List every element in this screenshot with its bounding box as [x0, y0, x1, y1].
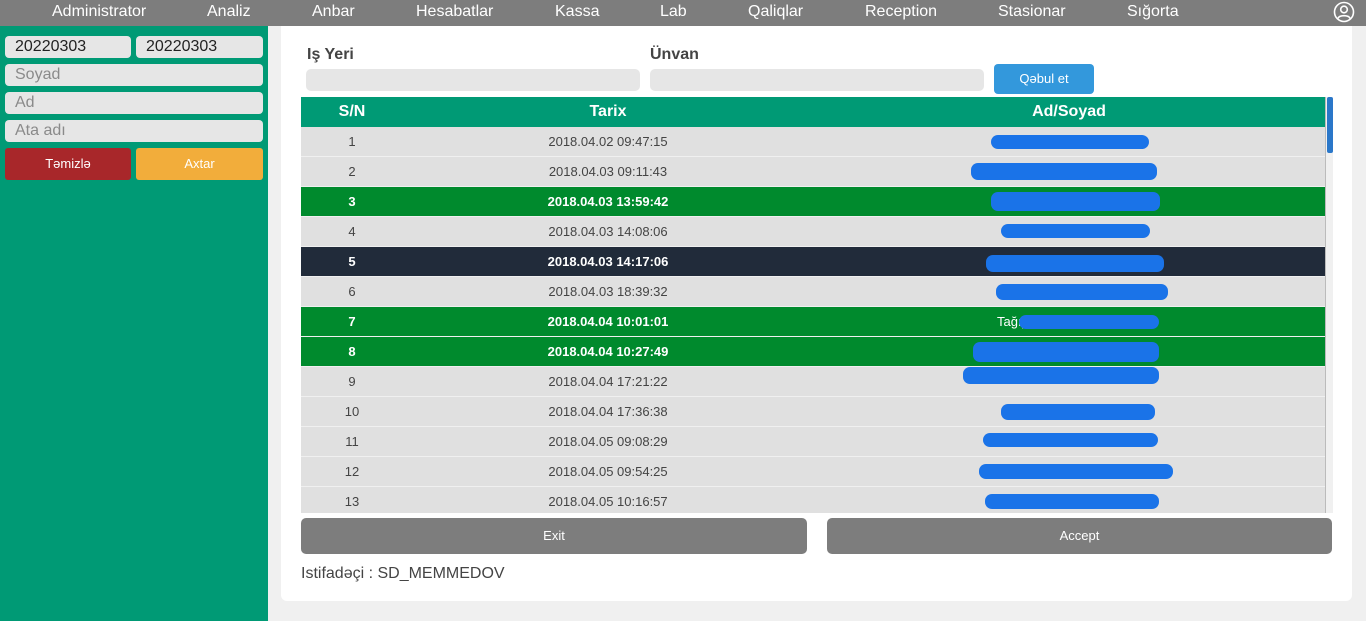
cell-sn: 3 [348, 194, 356, 209]
redaction-mark [1001, 404, 1155, 420]
patronymic-input[interactable] [5, 120, 263, 142]
main-panel: Iş Yeri Ünvan Qəbul et S/N Tarix Ad/Soya… [281, 26, 1352, 601]
cell-date: 2018.04.05 09:54:25 [548, 464, 668, 479]
nav-item-reception[interactable]: Reception [865, 2, 937, 24]
table-row[interactable]: 9 2018.04.04 17:21:22 [301, 367, 1325, 397]
name-input[interactable] [5, 92, 263, 114]
cell-sn: 10 [344, 404, 360, 419]
redaction-mark [983, 433, 1158, 447]
surname-input[interactable] [5, 64, 263, 86]
table-row[interactable]: 1 2018.04.02 09:47:15 [301, 127, 1325, 157]
table-row[interactable]: 4 2018.04.03 14:08:06 [301, 217, 1325, 247]
cell-date: 2018.04.04 10:01:01 [547, 314, 669, 329]
table-row[interactable]: 11 2018.04.05 09:08:29 [301, 427, 1325, 457]
address-label: Ünvan [650, 46, 699, 63]
redaction-mark [963, 367, 1159, 384]
cell-date: 2018.04.03 14:17:06 [547, 254, 669, 269]
cell-sn: 7 [348, 314, 356, 329]
exit-button[interactable]: Exit [301, 518, 807, 554]
redaction-mark [979, 464, 1173, 479]
table-row[interactable]: 13 2018.04.05 10:16:57 [301, 487, 1325, 513]
current-user-label: Istifadəçi : SD_MEMMEDOV [301, 565, 505, 582]
top-nav-bar: Administrator Analiz Anbar Hesabatlar Ka… [0, 0, 1366, 26]
table-row[interactable]: 7 2018.04.04 10:01:01 Tağıyeva [301, 307, 1325, 337]
date-to-input[interactable] [136, 36, 263, 58]
cell-sn: 1 [348, 134, 356, 149]
nav-item-sigorta[interactable]: Sığorta [1127, 2, 1179, 24]
nav-item-analiz[interactable]: Analiz [207, 2, 251, 24]
cell-sn: 13 [344, 494, 360, 509]
table-header: S/N Tarix Ad/Soyad [301, 97, 1325, 127]
nav-item-anbar[interactable]: Anbar [312, 2, 355, 24]
scroll-thumb[interactable] [1327, 97, 1333, 153]
search-sidebar: Təmizlə Axtar [0, 26, 268, 621]
cell-sn: 9 [348, 374, 356, 389]
redaction-mark [1001, 224, 1150, 238]
redaction-mark [991, 192, 1160, 211]
redaction-mark [996, 284, 1168, 300]
redaction-mark [986, 255, 1164, 272]
nav-item-qaliqlar[interactable]: Qaliqlar [748, 2, 803, 24]
nav-item-hesabatlar[interactable]: Hesabatlar [416, 2, 493, 24]
nav-item-stasionar[interactable]: Stasionar [998, 2, 1066, 24]
cell-date: 2018.04.04 17:36:38 [548, 404, 668, 419]
cell-date: 2018.04.02 09:47:15 [548, 134, 668, 149]
nav-item-kassa[interactable]: Kassa [555, 2, 599, 24]
table-row[interactable]: 8 2018.04.04 10:27:49 [301, 337, 1325, 367]
accept-filter-button[interactable]: Qəbul et [994, 64, 1094, 94]
nav-item-lab[interactable]: Lab [660, 2, 687, 24]
accept-button[interactable]: Accept [827, 518, 1332, 554]
redaction-mark [971, 163, 1157, 180]
cell-sn: 8 [348, 344, 356, 359]
cell-sn: 5 [348, 254, 356, 269]
nav-item-administrator[interactable]: Administrator [52, 2, 146, 24]
search-button[interactable]: Axtar [136, 148, 263, 180]
workplace-input[interactable] [306, 69, 640, 91]
cell-date: 2018.04.05 09:08:29 [548, 434, 668, 449]
cell-date: 2018.04.03 13:59:42 [547, 194, 669, 209]
redaction-mark [973, 342, 1159, 362]
user-circle-icon[interactable] [1333, 1, 1355, 23]
patients-table: S/N Tarix Ad/Soyad 1 2018.04.02 09:47:15… [301, 97, 1333, 513]
column-header-sn[interactable]: S/N [301, 97, 403, 127]
workplace-label: Iş Yeri [307, 46, 354, 63]
cell-date: 2018.04.04 10:27:49 [547, 344, 669, 359]
table-row-selected[interactable]: 5 2018.04.03 14:17:06 [301, 247, 1325, 277]
cell-date: 2018.04.03 14:08:06 [548, 224, 668, 239]
cell-date: 2018.04.03 18:39:32 [548, 284, 668, 299]
address-input[interactable] [650, 69, 984, 91]
clear-button[interactable]: Təmizlə [5, 148, 131, 180]
table-row[interactable]: 3 2018.04.03 13:59:42 [301, 187, 1325, 217]
table-row[interactable]: 12 2018.04.05 09:54:25 [301, 457, 1325, 487]
table-row[interactable]: 6 2018.04.03 18:39:32 [301, 277, 1325, 307]
column-header-date[interactable]: Tarix [403, 97, 813, 127]
redaction-mark [991, 135, 1149, 149]
table-row[interactable]: 10 2018.04.04 17:36:38 [301, 397, 1325, 427]
cell-sn: 2 [348, 164, 356, 179]
redaction-mark [1019, 315, 1159, 329]
redaction-mark [985, 494, 1159, 509]
column-header-name[interactable]: Ad/Soyad [813, 97, 1325, 127]
cell-date: 2018.04.04 17:21:22 [548, 374, 668, 389]
cell-sn: 6 [348, 284, 356, 299]
cell-sn: 4 [348, 224, 356, 239]
cell-date: 2018.04.03 09:11:43 [548, 164, 668, 179]
cell-sn: 11 [345, 434, 359, 449]
cell-sn: 12 [344, 464, 360, 479]
table-row[interactable]: 2 2018.04.03 09:11:43 [301, 157, 1325, 187]
table-scrollbar[interactable] [1325, 97, 1333, 513]
cell-date: 2018.04.05 10:16:57 [548, 494, 668, 509]
date-from-input[interactable] [5, 36, 131, 58]
